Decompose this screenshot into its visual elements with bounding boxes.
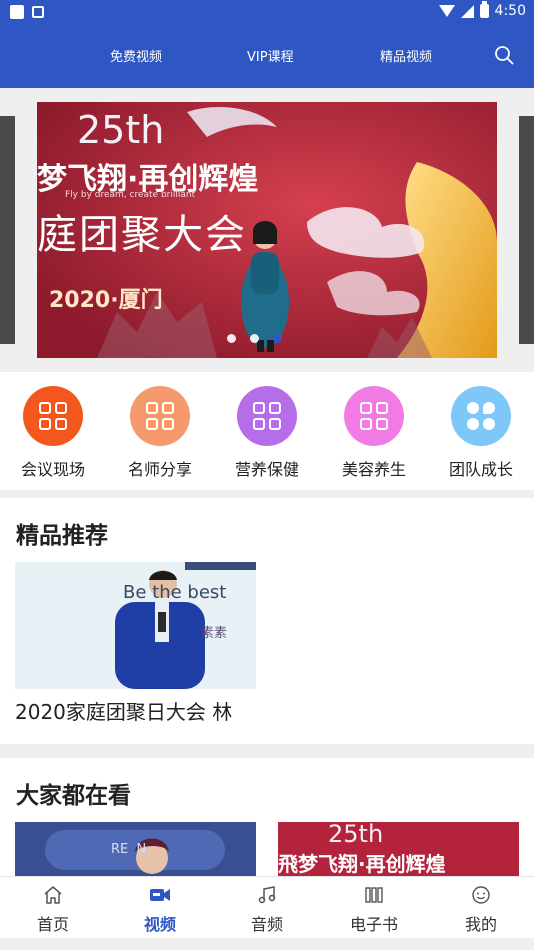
grid-icon — [253, 402, 281, 430]
thumbnail-caption-sub: 飛梦飞翔·再创辉煌 — [278, 852, 446, 876]
featured-section: 精品推荐 Be the best 素素 2020家庭团聚日大会 林 — [0, 498, 534, 744]
featured-video-thumbnail[interactable]: Be the best 素素 — [15, 562, 256, 689]
category-circle — [344, 386, 404, 446]
category-teacher-share[interactable]: 名师分享 — [115, 386, 205, 480]
status-bar: 4:50 — [0, 0, 534, 24]
status-indicators: 4:50 — [438, 1, 526, 19]
bottom-edge — [0, 938, 534, 950]
tab-home[interactable]: 首页 — [8, 883, 98, 935]
thumbnail-caption-sub: 素素 — [201, 626, 228, 641]
grid-icon — [39, 402, 67, 430]
category-grid: 会议现场 名师分享 营养保健 美容养生 团队成长 — [0, 372, 534, 490]
banner-slide[interactable]: 25th 梦飞翔·再创辉煌 Fly by dream, create brill… — [37, 102, 497, 358]
category-circle — [451, 386, 511, 446]
team-icon — [467, 402, 495, 430]
tab-label: 首页 — [36, 915, 69, 934]
book-icon — [329, 883, 419, 907]
status-notifications — [10, 5, 44, 19]
bottom-tab-bar: 首页 视频 音频 电子书 我的 — [0, 876, 534, 938]
thumbnail-caption-text: 25th — [328, 822, 384, 848]
category-team-growth[interactable]: 团队成长 — [436, 386, 526, 480]
category-meeting-live[interactable]: 会议现场 — [8, 386, 98, 480]
battery-icon — [479, 1, 489, 18]
tab-mine[interactable]: 我的 — [436, 883, 526, 935]
category-label: 美容养生 — [341, 460, 406, 479]
signal-icon — [460, 4, 474, 18]
carousel-dot-active[interactable] — [273, 334, 282, 343]
smiley-face-icon — [436, 883, 526, 907]
grid-icon — [360, 402, 388, 430]
notification-icon — [10, 5, 24, 19]
tab-audio[interactable]: 音频 — [222, 883, 312, 935]
previous-slide-peek[interactable] — [0, 116, 15, 344]
top-app-bar: 4:50 免费视频 VIP课程 精品视频 — [0, 0, 534, 88]
video-icon — [115, 883, 205, 907]
category-circle — [237, 386, 297, 446]
app-root: 4:50 免费视频 VIP课程 精品视频 25th 梦飞翔·再创辉煌 Fly b… — [0, 0, 534, 950]
banner-city: 2020·厦门 — [49, 288, 163, 313]
tab-video[interactable]: 视频 — [115, 883, 205, 935]
popular-video-thumbnail[interactable]: 25th 飛梦飞翔·再创辉煌 — [278, 822, 519, 882]
category-label: 会议现场 — [20, 460, 85, 479]
notification-app-icon — [32, 6, 44, 18]
carousel-dot[interactable] — [250, 334, 259, 343]
tab-ebook[interactable]: 电子书 — [329, 883, 419, 935]
featured-section-title: 精品推荐 — [16, 523, 108, 549]
thumbnail-caption-text: Be the best — [123, 582, 227, 603]
thumbnail-caption-text: RE N — [111, 842, 147, 857]
carousel-dot[interactable] — [227, 334, 236, 343]
grid-icon — [146, 402, 174, 430]
next-slide-peek[interactable] — [519, 116, 534, 344]
popular-section-title: 大家都在看 — [16, 783, 131, 809]
nav-vip-courses[interactable]: VIP课程 — [247, 46, 294, 65]
category-label: 营养保健 — [234, 460, 299, 479]
home-icon — [8, 883, 98, 907]
music-note-icon — [222, 883, 312, 907]
category-circle — [130, 386, 190, 446]
banner-slogan-en: Fly by dream, create brilliant — [65, 190, 196, 200]
category-circle — [23, 386, 83, 446]
banner-title: 庭团聚大会 — [37, 212, 247, 258]
tab-label: 电子书 — [349, 915, 398, 934]
popular-video-thumbnail[interactable]: RE N — [15, 822, 256, 882]
category-label: 名师分享 — [127, 460, 192, 479]
banner-anniversary: 25th — [77, 108, 165, 152]
tab-label: 视频 — [143, 915, 176, 934]
carousel-indicators — [227, 334, 282, 343]
nav-premium-videos[interactable]: 精品视频 — [380, 46, 432, 65]
tab-label: 我的 — [464, 915, 497, 934]
featured-video-title[interactable]: 2020家庭团聚日大会 林 — [15, 696, 232, 725]
category-label: 团队成长 — [448, 460, 513, 479]
tab-label: 音频 — [250, 915, 283, 934]
category-nutrition[interactable]: 营养保健 — [222, 386, 312, 480]
category-beauty-health[interactable]: 美容养生 — [329, 386, 419, 480]
search-icon[interactable] — [494, 45, 514, 65]
status-time: 4:50 — [494, 3, 526, 19]
banner-carousel[interactable]: 25th 梦飞翔·再创辉煌 Fly by dream, create brill… — [0, 88, 534, 372]
header-nav: 免费视频 VIP课程 精品视频 — [0, 24, 534, 88]
wifi-icon — [438, 5, 455, 17]
nav-free-videos[interactable]: 免费视频 — [110, 46, 162, 65]
